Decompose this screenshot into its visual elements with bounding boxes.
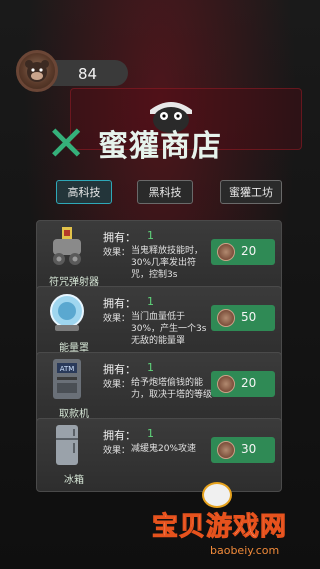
owned-label: 拥有： — [103, 297, 136, 310]
atm-icon: ATM — [49, 359, 85, 399]
owned-label: 拥有： — [103, 363, 136, 376]
buy-button[interactable]: 50 — [211, 305, 275, 331]
category-tabs: 高科技 黑科技 蜜獾工坊 — [0, 180, 320, 206]
item-price: 30 — [241, 442, 257, 456]
watermark-url: baobeiy.com — [210, 544, 280, 557]
watermark-text: 宝贝游戏网 — [151, 512, 288, 543]
fridge-icon — [49, 425, 85, 465]
owned-count: 1 — [147, 229, 154, 242]
badger-avatar-icon[interactable] — [16, 50, 58, 92]
effect-description: 当门血量低于30%，产生一个3s无敌的能量罩 — [131, 312, 207, 346]
owned-count: 1 — [147, 427, 154, 440]
effect-label: 效果： — [103, 248, 131, 258]
buy-button[interactable]: 30 — [211, 437, 275, 463]
shop-item-card: 冰箱 拥有： 1 效果： 减缓鬼20%攻速 30 — [36, 418, 282, 492]
tab-high-tech[interactable]: 高科技 — [56, 180, 112, 204]
talisman-launcher-icon — [49, 227, 85, 267]
owned-label: 拥有： — [103, 429, 136, 442]
owned-label: 拥有： — [103, 231, 136, 244]
item-price: 20 — [241, 376, 257, 390]
owned-count: 1 — [147, 295, 154, 308]
tab-black-tech[interactable]: 黑科技 — [137, 180, 193, 204]
shop-item-card: 符咒弹射器 拥有： 1 效果： 当鬼释放技能时，30%几率发出符咒，控制3s 2… — [36, 220, 282, 294]
close-icon[interactable]: ✕ — [46, 120, 86, 168]
site-watermark: 宝贝游戏网 baobeiy.com — [150, 482, 320, 564]
coin-icon — [217, 375, 235, 393]
effect-description: 给予炮塔偷钱的能力，取决于塔的等级 — [131, 378, 213, 400]
coin-icon — [217, 243, 235, 261]
item-name: 冰箱 — [64, 475, 84, 486]
shop-item-card: ATM 取款机 拥有： 1 效果： 给予炮塔偷钱的能力，取决于塔的等级 20 — [36, 352, 282, 426]
effect-label: 效果： — [103, 446, 131, 456]
gamepad-logo-icon — [202, 482, 232, 508]
tab-badger-workshop[interactable]: 蜜獾工坊 — [220, 180, 282, 204]
item-price: 20 — [241, 244, 257, 258]
coin-display: 84 — [16, 50, 128, 94]
energy-shield-icon — [49, 293, 85, 333]
effect-label: 效果： — [103, 380, 131, 390]
shop-header: ✕ 蜜獾商店 — [46, 120, 286, 176]
effect-description: 减缓鬼20%攻速 — [131, 444, 197, 454]
coin-count: 84 — [78, 65, 98, 83]
coin-icon — [217, 309, 235, 327]
buy-button[interactable]: 20 — [211, 371, 275, 397]
owned-count: 1 — [147, 361, 154, 374]
coin-icon — [217, 441, 235, 459]
buy-button[interactable]: 20 — [211, 239, 275, 265]
effect-description: 当鬼释放技能时，30%几率发出符咒，控制3s — [131, 246, 204, 280]
item-price: 50 — [241, 310, 257, 324]
shop-item-card: 能量罩 拥有： 1 效果： 当门血量低于30%，产生一个3s无敌的能量罩 50 — [36, 286, 282, 360]
effect-label: 效果： — [103, 314, 131, 324]
shop-title: 蜜獾商店 — [98, 129, 222, 164]
svg-text:ATM: ATM — [60, 365, 75, 373]
